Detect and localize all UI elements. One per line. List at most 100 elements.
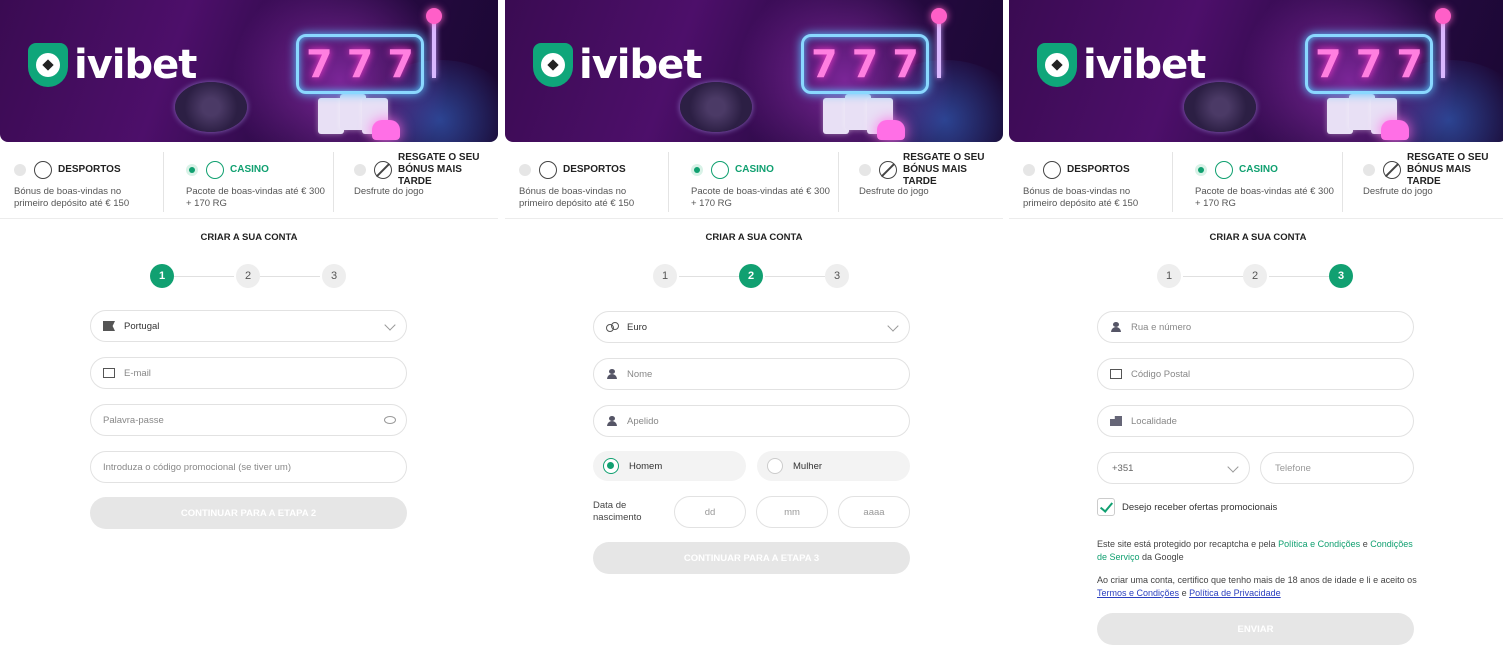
terms-notice: Ao criar uma conta, certifico que tenho … — [1097, 575, 1417, 598]
bonus-option-casino[interactable]: CASINO Pacote de boas-vindas até € 300 +… — [164, 152, 334, 212]
recaptcha-notice: Este site está protegido por recaptcha e… — [1097, 539, 1413, 562]
currency-value: Euro — [627, 321, 648, 333]
promo-banner: 777 ivibet — [0, 0, 498, 142]
promo-banner: 777 ivibet — [1009, 0, 1503, 142]
email-placeholder: E-mail — [124, 367, 151, 379]
phone-placeholder: Telefone — [1275, 462, 1311, 474]
bonus-radio-selected[interactable] — [1195, 164, 1207, 176]
bonus-radio[interactable] — [859, 164, 871, 176]
brand-wordmark: ivibet — [1083, 42, 1206, 88]
chevron-down-icon — [1227, 461, 1239, 473]
gender-radio[interactable] — [767, 458, 783, 474]
form-title: CRIAR A SUA CONTA — [705, 232, 803, 243]
submit-button[interactable]: ENVIAR — [1097, 613, 1414, 645]
phone-code-select[interactable]: +351 — [1097, 452, 1250, 484]
heart-icon — [1381, 120, 1409, 140]
building-icon — [1110, 416, 1122, 426]
gender-option-female[interactable]: Mulher — [757, 451, 910, 481]
gender-radio-selected[interactable] — [603, 458, 619, 474]
chevron-down-icon — [887, 320, 899, 332]
form-title: CRIAR A SUA CONTA — [200, 232, 298, 243]
flag-icon — [103, 321, 115, 331]
coins-icon — [606, 322, 619, 332]
password-field[interactable]: Palavra-passe — [90, 404, 407, 436]
promo-optin-label: Desejo receber ofertas promocionais — [1122, 502, 1278, 513]
bonus-option-casino[interactable]: CASINO Pacote de boas-vindas até € 300 +… — [669, 152, 839, 212]
phone-field[interactable]: Telefone — [1260, 452, 1414, 484]
dob-year-field[interactable]: aaaa — [838, 496, 910, 528]
bonus-option-sports[interactable]: DESPORTOS Bónus de boas-vindas no primei… — [0, 152, 164, 212]
promo-optin-checkbox[interactable] — [1097, 498, 1115, 516]
street-field[interactable]: Rua e número — [1097, 311, 1414, 343]
email-field[interactable]: E-mail — [90, 357, 407, 389]
soccer-ball-icon — [539, 161, 557, 179]
bonus-radio[interactable] — [519, 164, 531, 176]
bonus-radio-selected[interactable] — [691, 164, 703, 176]
gender-option-male[interactable]: Homem — [593, 451, 746, 481]
postal-code-field[interactable]: Código Postal — [1097, 358, 1414, 390]
terms-conditions-link[interactable]: Termos e Condições — [1097, 588, 1179, 598]
registration-step-3-panel: 777 ivibet DESPORTOS Bónus de boas-vinda… — [1009, 0, 1503, 645]
bonus-option-later[interactable]: RESGATE O SEU BÓNUS MAIS TARDE Desfrute … — [334, 152, 498, 212]
registration-step-2-panel: 777 ivibet DESPORTOS Bónus de boas-vinda… — [505, 0, 1003, 645]
bonus-radio-selected[interactable] — [186, 164, 198, 176]
bonus-radio[interactable] — [354, 164, 366, 176]
bonus-title: RESGATE O SEU BÓNUS MAIS TARDE — [398, 152, 480, 187]
eye-icon[interactable] — [384, 416, 396, 424]
brand-logo: ivibet — [1037, 42, 1206, 88]
step-1: 1 — [1157, 264, 1181, 288]
first-name-placeholder: Nome — [627, 368, 653, 380]
step-indicator: 1 2 3 — [0, 264, 498, 290]
divider — [505, 218, 1003, 219]
address-pin-icon — [1110, 322, 1122, 332]
bonus-desc: Pacote de boas-vindas até € 300 + 170 RG — [186, 186, 325, 209]
chevron-down-icon — [384, 319, 396, 331]
soccer-ball-shield-icon — [1037, 43, 1077, 87]
bonus-desc: Bónus de boas-vindas no primeiro depósit… — [1023, 186, 1139, 209]
bonus-option-casino[interactable]: CASINO Pacote de boas-vindas até € 300 +… — [1173, 152, 1343, 212]
surname-field[interactable]: Apelido — [593, 405, 910, 437]
step-3: 3 — [322, 264, 346, 288]
bonus-title: DESPORTOS — [563, 164, 626, 175]
slot-machine-image: 777 — [1305, 34, 1433, 94]
bonus-desc: Bónus de boas-vindas no primeiro depósit… — [14, 186, 130, 209]
bonus-option-later[interactable]: RESGATE O SEU BÓNUS MAIS TARDE Desfrute … — [839, 152, 1003, 212]
bonus-radio[interactable] — [14, 164, 26, 176]
bonus-option-sports[interactable]: DESPORTOS Bónus de boas-vindas no primei… — [505, 152, 669, 212]
bonus-title: CASINO — [1239, 164, 1278, 175]
dob-day-field[interactable]: dd — [674, 496, 746, 528]
bonus-desc: Bónus de boas-vindas no primeiro depósit… — [519, 186, 635, 209]
soccer-ball-shield-icon — [28, 43, 68, 87]
gender-label: Homem — [629, 460, 663, 472]
privacy-policy-link[interactable]: Política de Privacidade — [1189, 588, 1281, 598]
bonus-title: RESGATE O SEU BÓNUS MAIS TARDE — [903, 152, 985, 187]
roulette-icon — [1215, 161, 1233, 179]
bonus-radio[interactable] — [1023, 164, 1035, 176]
step-1: 1 — [150, 264, 174, 288]
currency-select[interactable]: Euro — [593, 311, 910, 343]
continue-step-2-button[interactable]: CONTINUAR PARA A ETAPA 2 — [90, 497, 407, 529]
continue-step-3-button[interactable]: CONTINUAR PARA A ETAPA 3 — [593, 542, 910, 574]
envelope-icon — [103, 368, 115, 378]
bonus-radio[interactable] — [1363, 164, 1375, 176]
bonus-title: DESPORTOS — [1067, 164, 1130, 175]
bonus-option-sports[interactable]: DESPORTOS Bónus de boas-vindas no primei… — [1009, 152, 1173, 212]
password-placeholder: Palavra-passe — [103, 414, 164, 426]
poker-chips-image — [175, 82, 247, 132]
city-placeholder: Localidade — [1131, 415, 1177, 427]
step-indicator: 1 2 3 — [1009, 264, 1503, 290]
promo-code-field[interactable]: Introduza o código promocional (se tiver… — [90, 451, 407, 483]
step-2: 2 — [236, 264, 260, 288]
privacy-policy-link[interactable]: Política e Condições — [1278, 539, 1360, 549]
slot-machine-image: 777 — [801, 34, 929, 94]
country-select[interactable]: Portugal — [90, 310, 407, 342]
city-field[interactable]: Localidade — [1097, 405, 1414, 437]
bonus-options: DESPORTOS Bónus de boas-vindas no primei… — [505, 152, 1003, 212]
bonus-option-later[interactable]: RESGATE O SEU BÓNUS MAIS TARDE Desfrute … — [1343, 152, 1503, 212]
bonus-options: DESPORTOS Bónus de boas-vindas no primei… — [1009, 152, 1503, 212]
first-name-field[interactable]: Nome — [593, 358, 910, 390]
poker-chips-image — [1184, 82, 1256, 132]
phone-code-value: +351 — [1112, 462, 1134, 474]
dob-month-field[interactable]: mm — [756, 496, 828, 528]
bonus-title: CASINO — [230, 164, 269, 175]
